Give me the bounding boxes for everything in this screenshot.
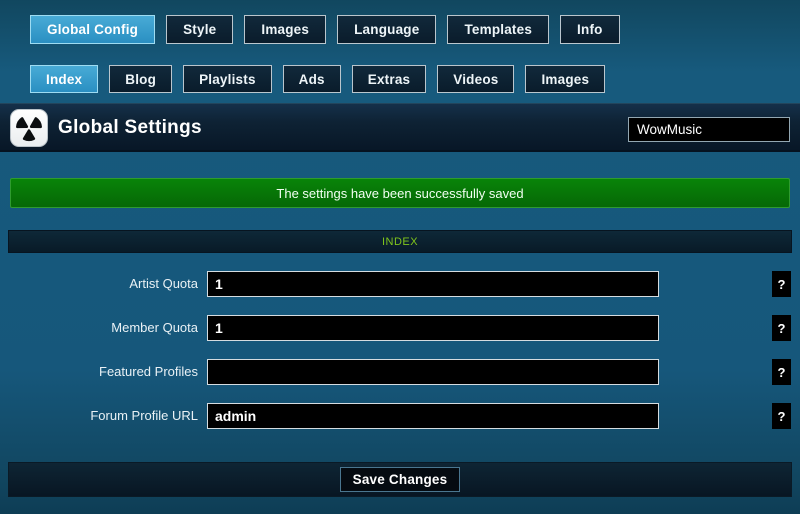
tab-info[interactable]: Info [560, 15, 620, 44]
header-bar: Global Settings [0, 103, 800, 152]
save-changes-button[interactable]: Save Changes [340, 467, 461, 492]
featured-profiles-input[interactable] [207, 359, 659, 385]
success-alert-text: The settings have been successfully save… [276, 186, 523, 201]
footer-bar: Save Changes [8, 462, 792, 497]
member-quota-help-button[interactable]: ? [772, 315, 791, 341]
primary-nav: Global Config Style Images Language Temp… [30, 15, 620, 44]
page-title: Global Settings [58, 117, 202, 139]
form-row-featured-profiles: Featured Profiles ? [0, 359, 800, 385]
member-quota-input[interactable] [207, 315, 659, 341]
form-row-artist-quota: Artist Quota ? [0, 271, 800, 297]
subtab-images[interactable]: Images [525, 65, 605, 93]
tab-templates[interactable]: Templates [447, 15, 549, 44]
subtab-extras[interactable]: Extras [352, 65, 426, 93]
secondary-nav: Index Blog Playlists Ads Extras Videos I… [30, 65, 605, 93]
section-header: INDEX [8, 230, 792, 253]
tab-images[interactable]: Images [244, 15, 326, 44]
featured-profiles-help-button[interactable]: ? [772, 359, 791, 385]
site-name-input[interactable] [628, 117, 790, 142]
subtab-ads[interactable]: Ads [283, 65, 341, 93]
subtab-blog[interactable]: Blog [109, 65, 172, 93]
tab-style[interactable]: Style [166, 15, 233, 44]
artist-quota-input[interactable] [207, 271, 659, 297]
tab-global-config[interactable]: Global Config [30, 15, 155, 44]
featured-profiles-label: Featured Profiles [0, 364, 198, 379]
tab-language[interactable]: Language [337, 15, 436, 44]
forum-profile-url-help-button[interactable]: ? [772, 403, 791, 429]
form-row-forum-profile-url: Forum Profile URL ? [0, 403, 800, 429]
success-alert: The settings have been successfully save… [10, 178, 790, 208]
radiation-icon [10, 109, 48, 147]
artist-quota-help-button[interactable]: ? [772, 271, 791, 297]
member-quota-label: Member Quota [0, 320, 198, 335]
subtab-playlists[interactable]: Playlists [183, 65, 272, 93]
global-settings-page: Global Config Style Images Language Temp… [0, 0, 800, 514]
subtab-videos[interactable]: Videos [437, 65, 514, 93]
artist-quota-label: Artist Quota [0, 276, 198, 291]
form-row-member-quota: Member Quota ? [0, 315, 800, 341]
forum-profile-url-label: Forum Profile URL [0, 408, 198, 423]
section-title: INDEX [382, 236, 418, 248]
forum-profile-url-input[interactable] [207, 403, 659, 429]
subtab-index[interactable]: Index [30, 65, 98, 93]
